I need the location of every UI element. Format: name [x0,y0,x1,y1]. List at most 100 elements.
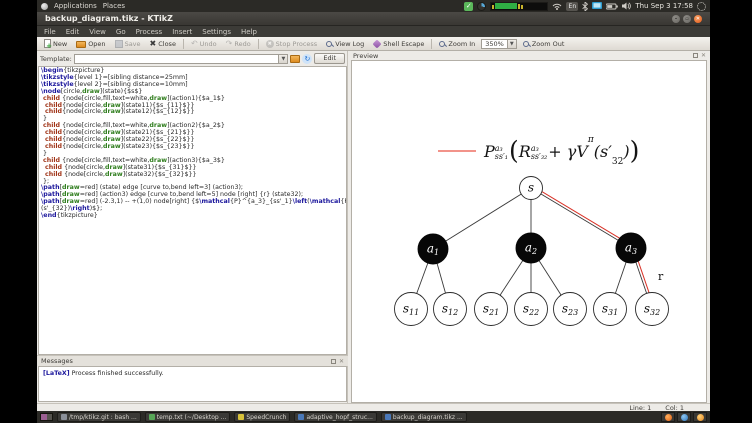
zoom-dropdown-arrow-icon[interactable]: ▼ [506,39,516,48]
code-editor[interactable]: \begin{tikzpicture} \tikzstyle{level 1}=[… [38,66,347,355]
code-line[interactable]: child {node[circle,draw](state32){$s_{32… [41,171,346,179]
log-message: Process finished successfully. [69,370,164,377]
template-reload-icon[interactable]: ↻ [302,53,313,64]
toolbar-separator [182,38,184,49]
window-list: /tmp/ktikz.git : bash ... temp.txt (~/Des… [57,412,467,422]
sync-indicator-icon[interactable]: ✓ [464,1,474,11]
zoom-level-combobox[interactable]: 350% ▼ [481,38,517,49]
view-log-button[interactable]: View Log [323,39,367,49]
system-monitor-applet[interactable] [490,1,549,11]
redo-button[interactable]: ↷ Redo [223,38,254,49]
menu-edit[interactable]: Edit [66,28,80,36]
system-tray: ✓ En Thu Sep 3 17:58 [464,1,706,11]
menu-file[interactable]: File [44,28,56,36]
stop-process-button[interactable]: ✖ Stop Process [263,39,321,49]
new-button[interactable]: New [41,38,70,50]
template-edit-button[interactable]: Edit [314,53,345,64]
code-line[interactable]: \end{tikzpicture} [41,212,346,220]
menu-view[interactable]: View [89,28,106,36]
menu-help[interactable]: Help [241,28,257,36]
task-label: adaptive_hopf_struc... [306,413,373,421]
close-button[interactable]: ✖ Close [147,38,179,49]
preview-close-icon[interactable]: ✕ [701,53,706,59]
messages-float-icon[interactable] [330,358,336,364]
open-button[interactable]: Open [73,38,108,49]
window-title-bar[interactable]: backup_diagram.tikz - KTikZ – ▫ ✕ [37,12,710,26]
menu-insert[interactable]: Insert [172,28,192,36]
formula-right-paren: ) [629,135,640,165]
spark-icon [696,413,704,421]
toolbar-separator [431,38,433,49]
formula-gamma-V: + γV [548,141,588,161]
log-source-tag: [LaTeX] [43,370,70,377]
menu-go[interactable]: Go [116,28,126,36]
firefox-tray-item[interactable] [661,412,675,422]
zoom-out-button[interactable]: Zoom Out [520,39,568,49]
document-icon [384,414,391,420]
taskbar-task[interactable]: adaptive_hopf_struc... [294,412,377,422]
template-label: Template: [40,54,72,63]
keyboard-layout-indicator[interactable]: En [566,1,579,11]
taskbar-task[interactable]: temp.txt (~/Desktop ... [144,412,231,422]
zoom-in-button[interactable]: Zoom In [436,39,478,49]
toolbar-separator [257,38,259,49]
zoom-in-icon [439,40,446,47]
distro-logo-icon[interactable] [41,2,48,10]
formula-P: P [484,141,495,161]
taskbar-tray [661,412,707,422]
reward-label: r [658,270,664,283]
messages-log[interactable]: [LaTeX] Process finished successfully. [38,366,347,402]
minimize-button[interactable]: – [672,14,680,23]
desktop: Applications Places ✓ En Thu Sep 3 17:58… [37,0,710,423]
status-bar: Line: 1 Col: 1 [37,403,710,412]
messages-close-icon[interactable]: ✕ [339,358,344,364]
taskbar-task[interactable]: /tmp/ktikz.git : bash ... [57,412,141,422]
display-icon[interactable] [592,2,603,10]
undo-icon: ↶ [190,39,198,48]
zoom-level-value: 350% [485,39,504,48]
red-backup-path [532,185,633,247]
notifier-tray-item[interactable] [693,412,707,422]
close-window-button[interactable]: ✕ [694,14,702,23]
formula-P-scripts: a₃ ss′₁ [494,144,508,161]
save-button[interactable]: Save [112,39,144,49]
view-log-icon [326,40,333,47]
formula-R: R [518,141,531,161]
code-line[interactable]: child{node[circle,draw](state23){$s_{23}… [41,143,346,151]
preview-canvas[interactable]: s a1 a2 a3 s11 s12 s21 s22 s23 s31 s32 r P a₃ ss′₁ (… [351,60,707,403]
shell-escape-button[interactable]: Shell Escape [370,38,427,49]
globe-icon [680,413,688,421]
battery-icon[interactable] [606,3,619,10]
backup-diagram-tree: sa1 a2 a3s11 s12 s21 s22 s23 s31 s32r [394,176,669,326]
undo-button[interactable]: ↶ Undo [188,38,220,49]
preview-float-icon[interactable] [692,53,698,58]
taskbar-task[interactable]: SpeedCrunch [234,412,291,422]
code-line[interactable]: child{node[circle,draw](state12){$s_{12}… [41,108,346,116]
template-input[interactable] [74,54,279,63]
menu-bar: File Edit View Go Process Insert Setting… [37,26,710,37]
clock[interactable]: Thu Sep 3 17:58 [635,2,693,10]
session-gear-icon[interactable] [697,1,706,11]
window-title: backup_diagram.tikz - KTikZ [45,14,173,23]
preview-dock-header[interactable]: Preview ✕ [349,51,710,60]
menu-settings[interactable]: Settings [202,28,231,36]
volume-icon[interactable] [622,2,632,10]
template-dropdown-arrow-icon[interactable]: ▼ [278,54,288,63]
time-tracker-icon[interactable] [477,1,487,11]
bluetooth-icon[interactable] [582,1,589,11]
places-menu[interactable]: Places [103,2,125,10]
template-browse-folder-icon[interactable] [290,54,301,63]
messages-dock-header[interactable]: Messages ✕ [37,355,348,366]
menu-process[interactable]: Process [136,28,163,36]
wifi-icon[interactable] [552,2,562,10]
taskbar-task[interactable]: backup_diagram.tikz ... [380,412,467,422]
open-folder-icon [76,41,87,48]
formula-arg-subscript: 32 [611,157,624,167]
maximize-button[interactable]: ▫ [683,14,691,23]
terminal-icon [61,414,67,420]
network-tray-item[interactable] [677,412,691,422]
formula-R-scripts: a₃ ss′₃₂ [530,144,548,161]
applications-menu[interactable]: Applications [54,2,97,10]
template-combobox[interactable]: ▼ [73,53,289,64]
workspace-switcher[interactable] [40,413,53,421]
